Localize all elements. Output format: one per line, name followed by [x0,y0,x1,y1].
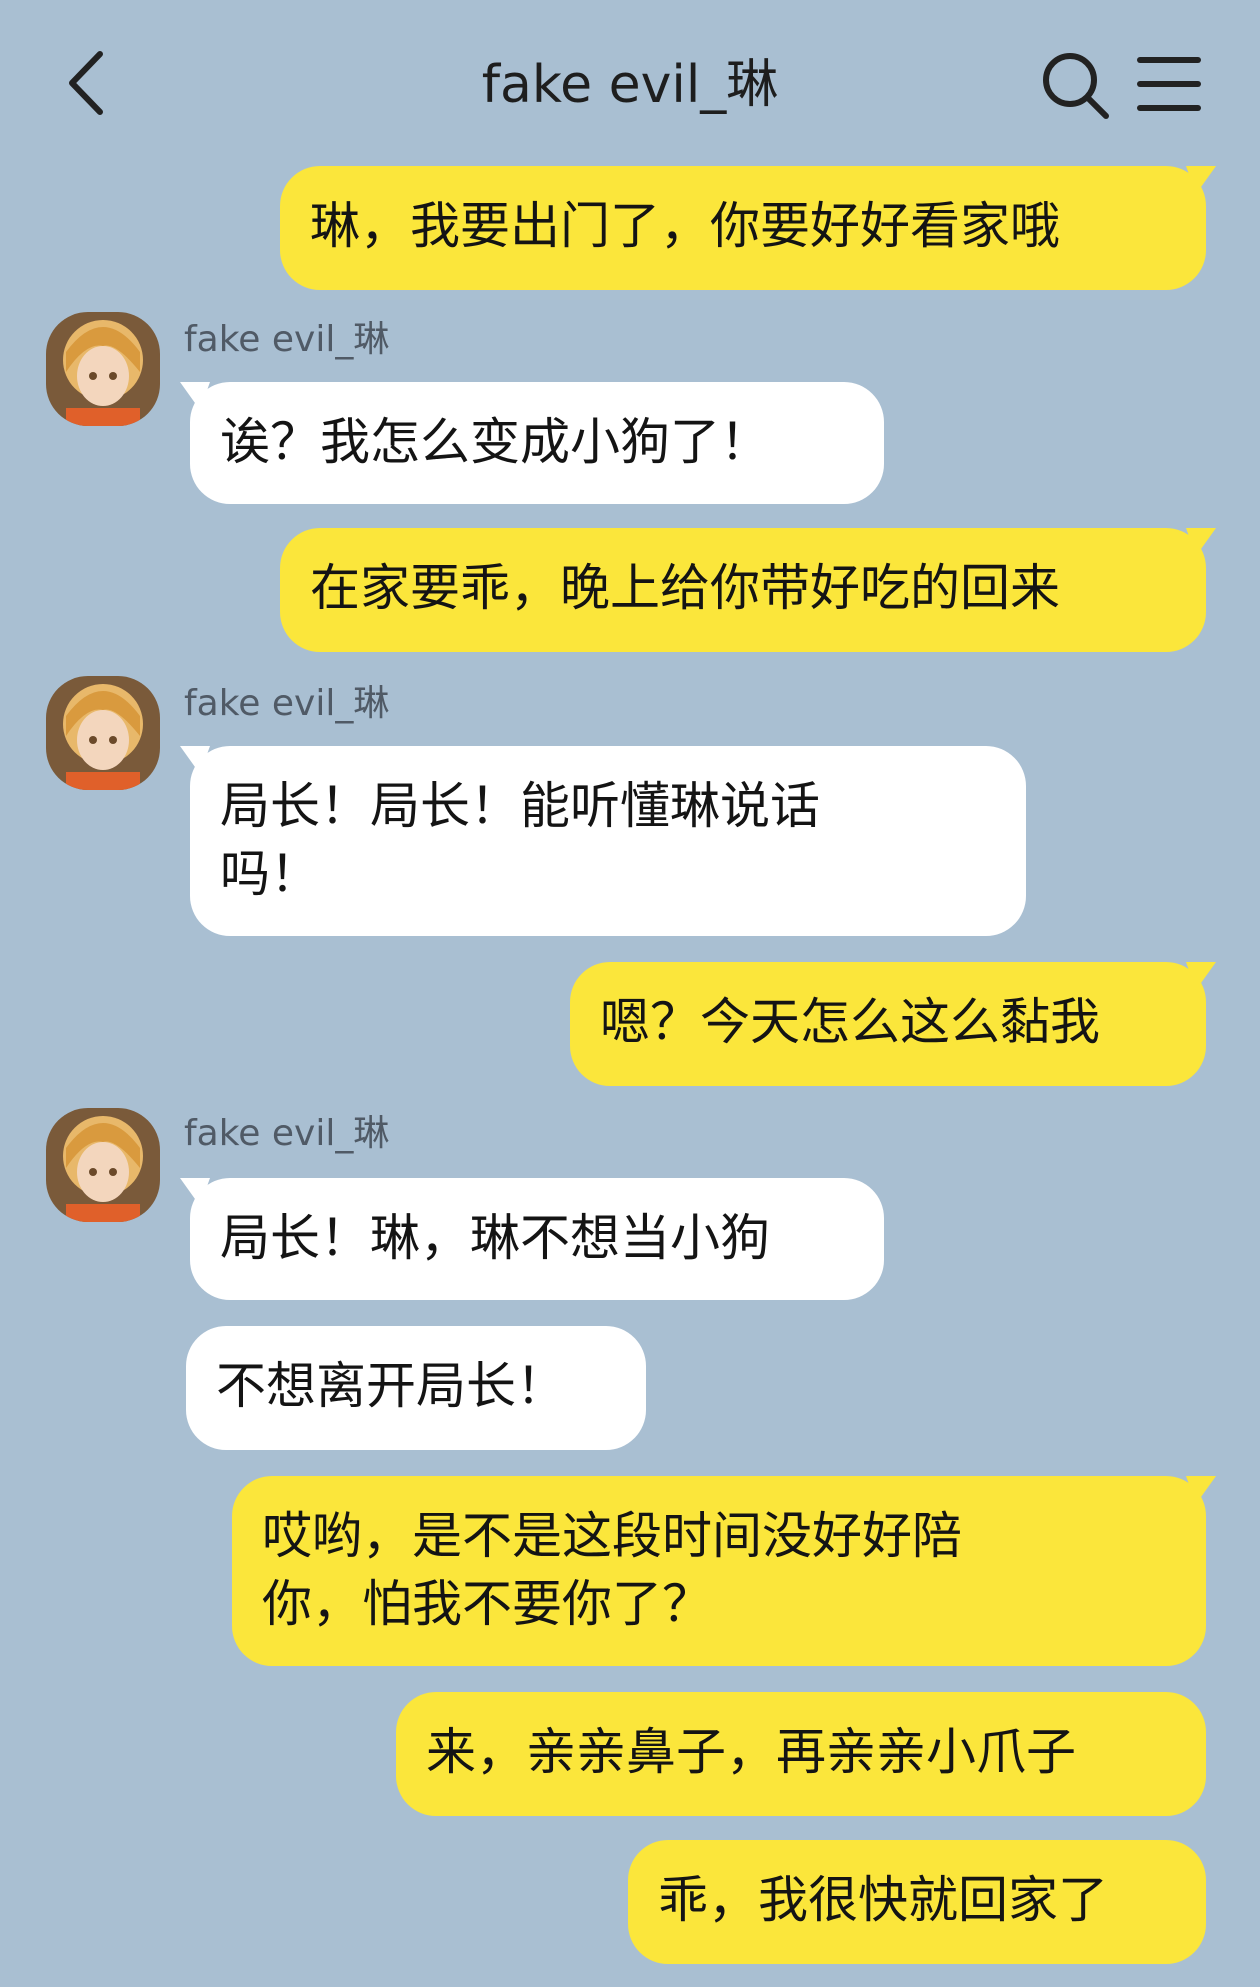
top-bar: fake evil_琳 [0,0,1260,170]
message-bubble-received[interactable]: 诶？我怎么变成小狗了！ [180,382,884,504]
avatar[interactable] [46,1108,160,1222]
message-bubble-sent[interactable]: 乖，我很快就回家了 [628,1840,1206,1964]
bubble-tail [1186,528,1216,556]
bubble-tail [180,1178,210,1206]
message-text: 局长！琳，琳不想当小狗 [220,1209,770,1267]
avatar[interactable] [46,676,160,790]
sender-name: fake evil_琳 [184,1113,390,1154]
bubble-tail [180,382,210,410]
message-bubble-sent[interactable]: 在家要乖，晚上给你带好吃的回来 [280,528,1216,652]
message-bubble-received[interactable]: 不想离开局长！ [186,1326,646,1450]
message-text: 嗯？今天怎么这么黏我 [600,993,1100,1051]
message-bubble-received[interactable]: 局长！局长！能听懂琳说话 吗！ [180,746,1026,936]
message-text: 局长！局长！能听懂琳说话 吗！ [220,777,820,903]
bubble-tail [1186,1476,1216,1504]
message-text: 琳，我要出门了，你要好好看家哦 [310,197,1060,255]
message-bubble-sent[interactable]: 琳，我要出门了，你要好好看家哦 [280,166,1216,290]
message-bubble-sent[interactable]: 哎哟，是不是这段时间没好好陪 你，怕我不要你了？ [232,1476,1216,1666]
message-text: 哎哟，是不是这段时间没好好陪 你，怕我不要你了？ [262,1507,962,1633]
message-bubble-received[interactable]: 局长！琳，琳不想当小狗 [180,1178,884,1300]
message-text: 来，亲亲鼻子，再亲亲小爪子 [426,1723,1076,1781]
hamburger-menu-icon[interactable] [1136,52,1202,116]
bubble-tail [1186,962,1216,990]
message-text: 在家要乖，晚上给你带好吃的回来 [310,559,1060,617]
sender-name: fake evil_琳 [184,319,390,360]
message-text: 乖，我很快就回家了 [658,1871,1108,1929]
message-text: 不想离开局长！ [216,1357,566,1415]
message-text: 诶？我怎么变成小狗了！ [220,413,770,471]
sender-name: fake evil_琳 [184,683,390,724]
search-icon[interactable] [1040,50,1112,122]
avatar[interactable] [46,312,160,426]
bubble-tail [1186,166,1216,194]
message-bubble-sent[interactable]: 来，亲亲鼻子，再亲亲小爪子 [396,1692,1206,1816]
bubble-tail [180,746,210,774]
message-bubble-sent[interactable]: 嗯？今天怎么这么黏我 [570,962,1216,1086]
